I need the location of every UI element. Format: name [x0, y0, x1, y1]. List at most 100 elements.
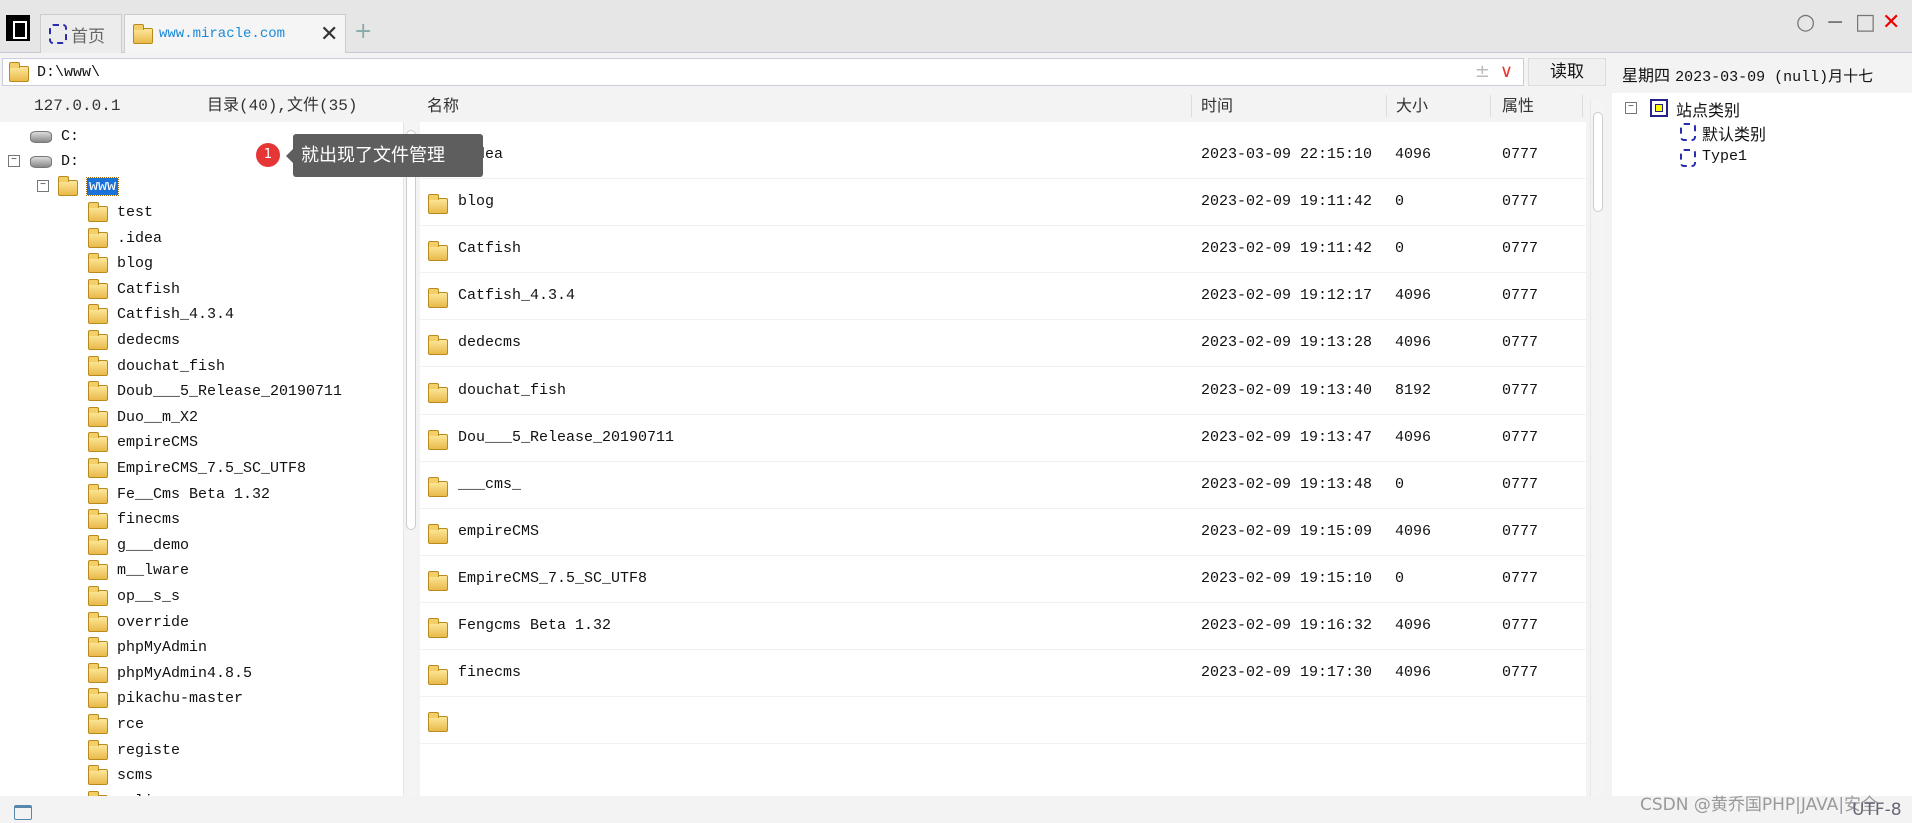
folder-label: override	[117, 613, 190, 631]
folder-icon	[428, 429, 448, 450]
collapse-icon[interactable]: −	[37, 180, 49, 192]
folder-icon	[428, 335, 448, 356]
file-name: Fengcms Beta 1.32	[458, 617, 612, 634]
folder-icon	[9, 61, 29, 82]
tree-folder[interactable]: blog	[88, 251, 153, 276]
tree-folder[interactable]: Fe__Cms Beta 1.32	[88, 482, 270, 507]
read-button[interactable]: 读取	[1528, 58, 1606, 86]
tree-folder[interactable]: douchat_fish	[88, 354, 225, 379]
tree-folder[interactable]: Catfish	[88, 277, 180, 302]
file-row[interactable]: douchat_fish 2023-02-09 19:13:40 8192 0777	[420, 368, 1586, 415]
folder-icon	[88, 560, 108, 581]
col-size[interactable]: 大小	[1396, 90, 1428, 122]
folder-icon	[88, 765, 108, 786]
file-attr: 0777	[1502, 381, 1539, 399]
file-time: 2023-02-09 19:11:42	[1201, 240, 1373, 258]
folder-icon	[88, 611, 108, 632]
file-row[interactable]: finecms 2023-02-09 19:17:30 4096 0777	[420, 650, 1586, 698]
tree-folder[interactable]: pikachu-master	[88, 686, 243, 711]
file-row[interactable]: ___cms_ 2023-02-09 19:13:48 0 0777	[420, 462, 1586, 509]
folder-icon	[88, 509, 108, 530]
weekday: 星期四	[1622, 66, 1671, 85]
tree-folder[interactable]: override	[88, 610, 189, 635]
folder-label: Catfish_4.3.4	[117, 306, 235, 324]
file-time: 2023-02-09 19:16:32	[1201, 617, 1373, 634]
tree-folder-current[interactable]: www	[58, 174, 120, 199]
file-size: 4096	[1395, 617, 1432, 634]
file-attr: 0777	[1502, 240, 1539, 258]
file-size: 4096	[1395, 522, 1432, 540]
dropdown-icon[interactable]: ∨	[1500, 61, 1513, 82]
tree-folder[interactable]: EmpireCMS_7.5_SC_UTF8	[88, 456, 306, 481]
category-icon	[1680, 123, 1696, 141]
tree-folder[interactable]: Doub___5_Release_20190711	[88, 379, 342, 404]
col-time[interactable]: 时间	[1201, 90, 1233, 122]
site-category-root[interactable]: 站点类别	[1676, 97, 1740, 121]
folder-label: EmpireCMS_7.5_SC_UTF8	[117, 460, 307, 477]
tree-folder[interactable]: g___demo	[88, 533, 189, 558]
tree-folder[interactable]: m__lware	[88, 558, 189, 583]
file-attr: 0777	[1502, 287, 1539, 305]
tree-folder[interactable]: empireCMS	[88, 430, 198, 455]
tree-scrollbar[interactable]	[403, 122, 417, 796]
category-default[interactable]: 默认类别	[1702, 121, 1766, 145]
file-size: 0	[1395, 240, 1405, 258]
file-row[interactable]: .idea2023-03-09 22:15:1040960777	[420, 132, 1586, 179]
tree-folder[interactable]: op__s_s	[88, 584, 180, 609]
file-size: 4096	[1395, 146, 1432, 163]
col-attr[interactable]: 属性	[1502, 90, 1534, 122]
tree-folder[interactable]: s_li	[88, 789, 153, 796]
file-row[interactable]: Dou___5_Release_20190711 2023-02-09 19:13…	[420, 415, 1586, 462]
collapse-icon[interactable]: −	[8, 155, 20, 167]
tree-folder[interactable]: scms	[88, 763, 153, 788]
tab-home[interactable]: 首页	[40, 14, 122, 53]
file-row[interactable]: blog 2023-02-09 19:11:42 0 0777	[420, 179, 1586, 227]
tree-folder[interactable]: .idea	[88, 226, 162, 251]
app-logo	[6, 15, 30, 41]
col-name[interactable]: 名称	[427, 90, 459, 122]
folder-icon	[88, 688, 108, 709]
file-row[interactable]: dedecms 2023-02-09 19:13:28 4096 0777	[420, 320, 1586, 368]
list-scrollbar[interactable]	[1590, 100, 1604, 796]
file-row[interactable]: Catfish 2023-02-09 19:11:42 0 0777	[420, 226, 1586, 274]
tree-folder[interactable]: finecms	[88, 507, 180, 532]
minimize-button[interactable]: −	[1826, 10, 1844, 35]
encoding-label[interactable]: UTF-8	[1852, 800, 1902, 820]
file-row[interactable]: empireCMS 2023-02-09 19:15:09 4096 0777	[420, 509, 1586, 556]
collapse-icon[interactable]: −	[1625, 102, 1637, 114]
tree-folder[interactable]: phpMyAdmin	[88, 635, 207, 660]
file-time: 2023-02-09 19:17:30	[1201, 664, 1373, 682]
file-row[interactable]: EmpireCMS_7.5_SC_UTF8 2023-02-09 19:15:10…	[420, 556, 1586, 603]
maximize-button[interactable]: □	[1855, 10, 1876, 35]
tree-drive[interactable]: D:	[30, 149, 79, 174]
folder-icon	[58, 176, 78, 196]
tree-folder[interactable]: rce	[88, 712, 144, 737]
folder-label: op__s_s	[117, 588, 181, 605]
pin-icon[interactable]: ○	[1796, 10, 1815, 35]
file-size: 8192	[1395, 381, 1432, 399]
tree-drive[interactable]: C:	[30, 124, 79, 149]
close-tab-icon[interactable]: ✕	[320, 22, 338, 47]
tree-folder[interactable]: registe	[88, 738, 180, 763]
path-input[interactable]: D:\www\ ± ∨	[2, 58, 1524, 86]
tree-folder[interactable]: test	[88, 200, 153, 225]
file-row[interactable]: Fengcms Beta 1.32 2023-02-09 19:16:32 4096…	[420, 603, 1586, 650]
file-row[interactable]: Catfish_4.3.4 2023-02-09 19:12:17 4096 0777	[420, 273, 1586, 321]
close-window-button[interactable]: ✕	[1882, 10, 1900, 35]
file-name: ___cms_	[458, 475, 522, 493]
folder-label: .idea	[117, 229, 163, 247]
tree-folder[interactable]: phpMyAdmin4.8.5	[88, 661, 252, 686]
folder-icon	[428, 288, 448, 309]
add-tab-button[interactable]: +	[354, 19, 372, 44]
tree-folder[interactable]: Duo__m_X2	[88, 405, 198, 430]
category-type1[interactable]: Type1	[1702, 148, 1747, 165]
folder-icon	[428, 570, 448, 591]
tree-folder[interactable]: Catfish_4.3.4	[88, 302, 234, 327]
tree-folder[interactable]: dedecms	[88, 328, 180, 353]
folder-icon	[88, 662, 108, 683]
tab-site[interactable]: www.miracle.com	[124, 14, 346, 53]
file-size: 0	[1395, 475, 1405, 493]
file-row[interactable]	[420, 697, 1586, 745]
plus-minus-icon[interactable]: ±	[1475, 61, 1490, 82]
tab-home-label: 首页	[71, 26, 105, 47]
